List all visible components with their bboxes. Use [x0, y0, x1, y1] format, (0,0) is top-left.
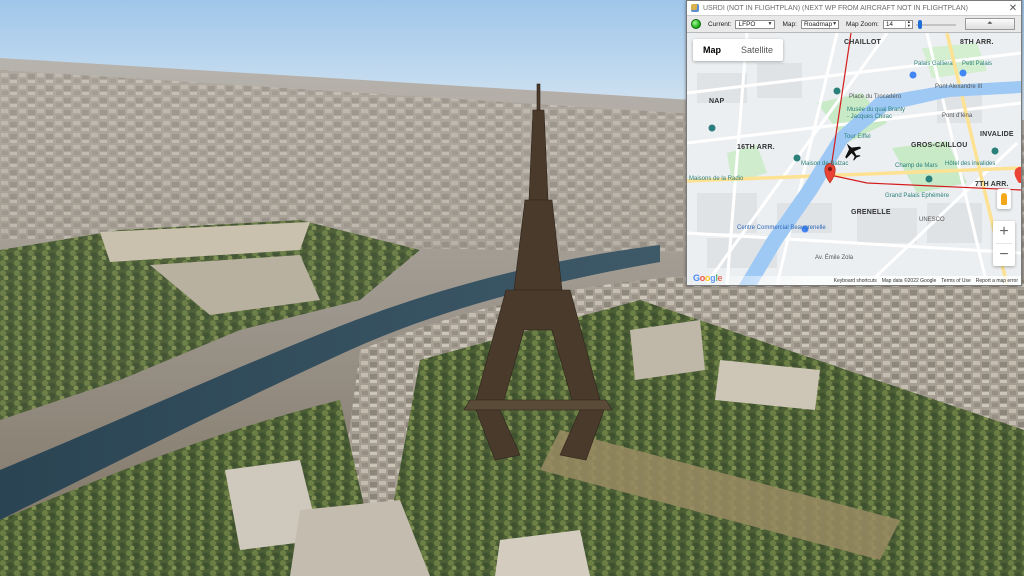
slider-track — [915, 23, 956, 26]
map-zoom-slider[interactable] — [915, 19, 956, 29]
map-label-unesco: UNESCO — [919, 217, 945, 223]
map-label-champ-de-mars: Champ de Mars — [895, 163, 938, 169]
map-label-invalides: INVALIDE — [980, 131, 1014, 138]
chevron-down-icon: ▼ — [767, 21, 773, 27]
current-airport-value: LFPO — [738, 20, 756, 28]
map-label-grand-palais: Grand Palais Ephémère — [885, 193, 950, 199]
museum-poi-icon — [708, 124, 716, 132]
map-label-musee-quai: Musée du quai Branly — [847, 107, 906, 113]
map-label-tour-eiffel: Tour Eiffel — [844, 134, 871, 140]
google-map[interactable]: CHAILLOT 8TH ARR. Palais Galliera Petit … — [687, 33, 1021, 285]
close-button[interactable]: ✕ — [1005, 3, 1021, 14]
park-poi-icon — [925, 175, 933, 183]
current-airport-select[interactable]: LFPO ▼ — [735, 19, 776, 29]
map-window: USRDI (NOT IN FLIGHTPLAN) (NEXT WP FROM … — [686, 0, 1022, 286]
current-label: Current: — [708, 20, 732, 28]
museum-poi-icon — [793, 154, 801, 162]
report-error-link[interactable]: Report a map error — [976, 278, 1018, 284]
map-type-label: Map: — [782, 20, 797, 28]
map-zoom-stepper[interactable]: 14 ▲ ▼ — [882, 19, 913, 29]
map-toolbar: Current: LFPO ▼ Map: Roadmap ▼ Map Zoom:… — [687, 15, 1021, 33]
connection-status-icon — [691, 19, 701, 29]
map-label-nap: NAP — [709, 98, 725, 105]
map-label-maisons-radio: Maisons de la Radio — [689, 176, 744, 182]
map-zoom-label: Map Zoom: — [845, 20, 879, 28]
app-icon — [691, 4, 699, 12]
map-label-grenelle: GRENELLE — [851, 209, 891, 216]
map-label-chaillot: CHAILLOT — [844, 39, 881, 46]
map-label-16th-arr: 16TH ARR. — [737, 144, 775, 151]
map-zoom-value: 14 — [885, 20, 894, 28]
map-label-hotel-invalides: Hôtel des invalides — [945, 161, 996, 167]
map-data-text: Map data ©2022 Google — [881, 277, 937, 284]
aircraft-silhouette-icon: ⏶ — [987, 20, 993, 27]
museum-poi-icon — [991, 147, 999, 155]
map-label-beaugrenelle: Centre Commercial Beaugrenelle — [737, 225, 826, 231]
map-label-pont-alexandre: Pont Alexandre III — [935, 84, 983, 90]
map-label-8th-arr: 8TH ARR. — [960, 39, 994, 46]
landmark-poi-icon — [959, 69, 967, 77]
map-label-pont-iena: Pont d'Iéna — [942, 113, 973, 119]
stepper-arrows-icon[interactable]: ▲ ▼ — [904, 20, 912, 28]
slider-thumb[interactable] — [917, 19, 922, 29]
map-type-tab-satellite[interactable]: Satellite — [731, 39, 783, 61]
chevron-down-icon: ▼ — [832, 21, 838, 27]
zoom-in-button[interactable]: + — [993, 221, 1015, 243]
map-label-petit-palais: Petit Palais — [962, 61, 993, 67]
keyboard-shortcuts-link[interactable]: Keyboard shortcuts — [834, 278, 877, 284]
map-label-7th-arr: 7TH ARR. — [975, 181, 1009, 188]
map-label-emile-zola: Av. Émile Zola — [815, 255, 854, 261]
map-type-select[interactable]: Roadmap ▼ — [800, 19, 839, 29]
center-aircraft-button[interactable]: ⏶ — [964, 18, 1015, 30]
map-zoom-control: + − — [993, 221, 1015, 266]
map-label-gros-caillou: GROS-CAILLOU — [911, 142, 968, 149]
zoom-out-button[interactable]: − — [993, 244, 1015, 266]
pegman-icon — [1001, 193, 1007, 205]
window-title: USRDI (NOT IN FLIGHTPLAN) (NEXT WP FROM … — [703, 4, 968, 12]
museum-poi-icon — [833, 87, 841, 95]
street-view-pegman[interactable] — [997, 189, 1011, 209]
map-label-maison-balzac: Maison de Balzac — [801, 161, 849, 167]
map-label-jacques-chirac: - Jacques Chirac — [847, 114, 893, 120]
window-titlebar[interactable]: USRDI (NOT IN FLIGHTPLAN) (NEXT WP FROM … — [687, 1, 1021, 15]
map-type-control: Map Satellite — [693, 39, 784, 61]
map-label-palais-galliera: Palais Galliera — [914, 61, 953, 67]
terms-link[interactable]: Terms of Use — [941, 278, 970, 284]
map-type-value: Roadmap — [803, 20, 833, 28]
map-label-place-trocadero: Place du Trocadéro — [849, 94, 902, 100]
map-attribution: Keyboard shortcuts Map data ©2022 Google… — [687, 276, 1021, 285]
map-type-tab-map[interactable]: Map — [693, 39, 731, 61]
landmark-poi-icon — [909, 71, 917, 79]
map-tiles — [687, 33, 1021, 285]
